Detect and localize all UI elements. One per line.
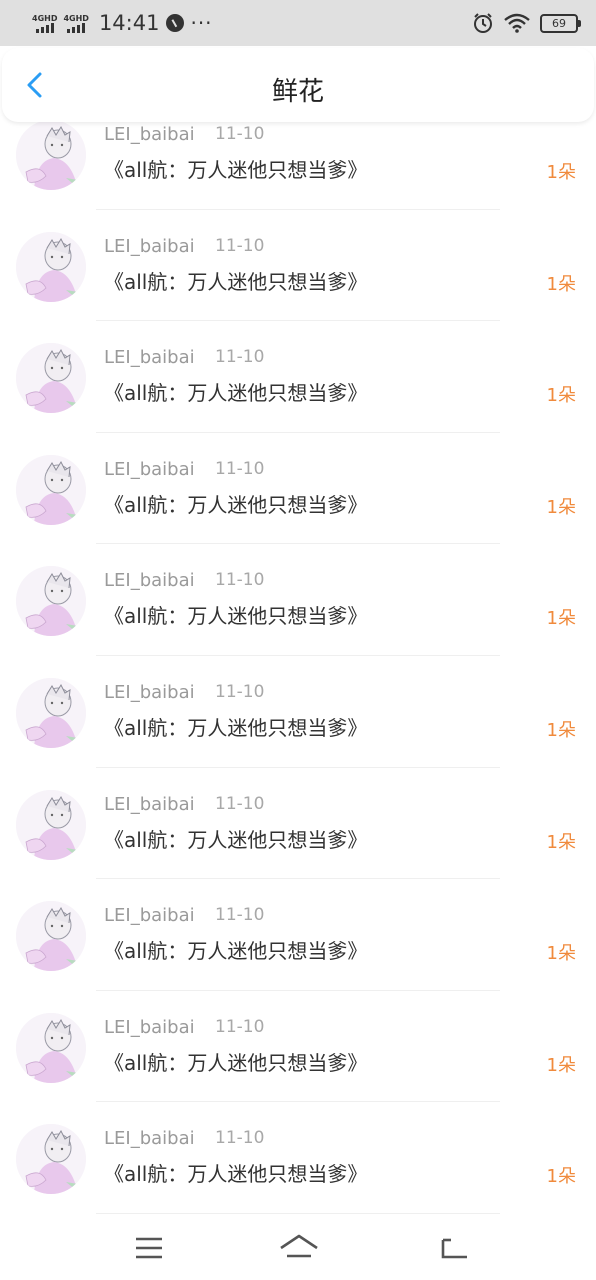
avatar[interactable] <box>16 1012 86 1083</box>
return-icon[interactable] <box>437 1230 473 1266</box>
date: 11-10 <box>215 1128 265 1149</box>
system-nav-bar <box>0 1218 596 1280</box>
date: 11-10 <box>215 347 265 368</box>
book-title[interactable]: 《all航：万人迷他只想当爹》 <box>104 266 367 295</box>
date: 11-10 <box>215 1016 265 1037</box>
book-title[interactable]: 《all航：万人迷他只想当爹》 <box>104 935 367 964</box>
page-title: 鲜花 <box>271 77 324 107</box>
battery-level: 69 <box>552 16 566 30</box>
book-title[interactable]: 《all航：万人迷他只想当爹》 <box>104 824 367 853</box>
signal-sim2-icon: 4GHD <box>63 13 89 33</box>
username[interactable]: LEI_baibai <box>104 236 195 257</box>
list-item[interactable]: LEI_baibai 11-10 《all航：万人迷他只想当爹》 1朵 <box>0 432 596 545</box>
menu-icon[interactable] <box>131 1230 167 1266</box>
notification-icon <box>166 14 185 32</box>
book-title[interactable]: 《all航：万人迷他只想当爹》 <box>104 154 367 183</box>
divider <box>96 1212 500 1214</box>
book-title[interactable]: 《all航：万人迷他只想当爹》 <box>104 1158 367 1187</box>
list-item[interactable]: LEI_baibai 11-10 《all航：万人迷他只想当爹》 1朵 <box>0 1102 596 1214</box>
list-item[interactable]: LEI_baibai 11-10 《all航：万人迷他只想当爹》 1朵 <box>0 321 596 433</box>
sim2-label: 4GHD <box>63 13 89 23</box>
username[interactable]: LEI_baibai <box>104 682 195 703</box>
signal-sim1-icon: 4GHD <box>32 14 57 33</box>
list-item[interactable]: LEI_baibai 11-10 《all航：万人迷他只想当爹》 1朵 <box>0 655 596 768</box>
status-bar: 4GHD 4GHD 14:41 ··· 69 <box>0 0 596 46</box>
book-title[interactable]: 《all航：万人迷他只想当爹》 <box>104 489 367 518</box>
alarm-icon <box>474 13 492 33</box>
date: 11-10 <box>215 905 265 926</box>
wifi-icon <box>504 13 530 33</box>
flower-count: 1朵 <box>546 608 576 630</box>
avatar[interactable] <box>16 231 86 302</box>
status-time: 14:41 <box>98 11 160 35</box>
date: 11-10 <box>215 458 265 479</box>
avatar[interactable] <box>16 454 86 525</box>
username[interactable]: LEI_baibai <box>104 570 195 591</box>
date: 11-10 <box>215 793 265 814</box>
flower-count: 1朵 <box>546 831 576 853</box>
flower-count: 1朵 <box>546 162 576 183</box>
flower-count: 1朵 <box>546 273 576 295</box>
avatar[interactable] <box>16 1124 86 1195</box>
flower-count: 1朵 <box>546 496 576 518</box>
more-notifications-icon: ··· <box>190 11 213 35</box>
avatar[interactable] <box>16 677 86 748</box>
book-title[interactable]: 《all航：万人迷他只想当爹》 <box>104 712 367 741</box>
avatar[interactable] <box>16 789 86 860</box>
username[interactable]: LEI_baibai <box>104 794 195 815</box>
username[interactable]: LEI_baibai <box>104 1128 195 1149</box>
book-title[interactable]: 《all航：万人迷他只想当爹》 <box>104 1047 367 1076</box>
flower-count: 1朵 <box>546 1054 576 1076</box>
avatar[interactable] <box>16 901 86 972</box>
flower-count: 1朵 <box>546 1166 576 1188</box>
list-item[interactable]: LEI_baibai 11-10 《all航：万人迷他只想当爹》 1朵 <box>0 209 596 322</box>
username[interactable]: LEI_baibai <box>104 459 195 480</box>
list-item[interactable]: LEI_baibai 11-10 《all航：万人迷他只想当爹》 1朵 <box>0 767 596 880</box>
date: 11-10 <box>215 235 265 256</box>
list-item[interactable]: LEI_baibai 11-10 《all航：万人迷他只想当爹》 1朵 <box>0 990 596 1103</box>
flower-count: 1朵 <box>546 719 576 741</box>
list-item[interactable]: LEI_baibai 11-10 《all航：万人迷他只想当爹》 1朵 <box>0 879 596 991</box>
flower-count: 1朵 <box>546 385 576 407</box>
book-title[interactable]: 《all航：万人迷他只想当爹》 <box>104 600 367 629</box>
flower-list: LEI_baibai 11-10 《all航：万人迷他只想当爹》 1朵 LEI_… <box>0 98 596 1214</box>
top-nav-bar: 鲜花 <box>2 48 594 122</box>
username[interactable]: LEI_baibai <box>104 905 195 926</box>
username[interactable]: LEI_baibai <box>104 347 195 368</box>
avatar[interactable] <box>16 566 86 637</box>
sim1-label: 4GHD <box>32 13 58 23</box>
battery-icon: 69 <box>540 13 581 33</box>
book-title[interactable]: 《all航：万人迷他只想当爹》 <box>104 377 367 406</box>
avatar[interactable] <box>16 343 86 414</box>
username[interactable]: LEI_baibai <box>104 1017 195 1038</box>
list-item[interactable]: LEI_baibai 11-10 《all航：万人迷他只想当爹》 1朵 <box>0 544 596 656</box>
flower-count: 1朵 <box>546 943 576 965</box>
home-icon[interactable] <box>278 1230 320 1266</box>
date: 11-10 <box>215 681 265 702</box>
date: 11-10 <box>215 570 265 591</box>
